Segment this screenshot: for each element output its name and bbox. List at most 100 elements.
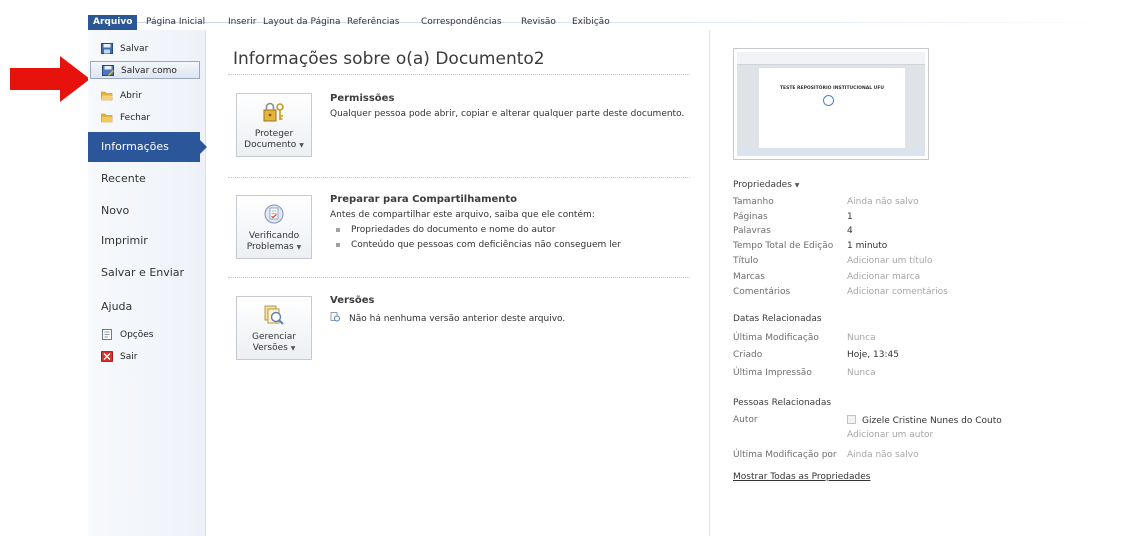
prepare-sharing-description: Antes de compartilhar este arquivo, saib…: [330, 210, 595, 220]
protect-document-label-1: Proteger: [254, 129, 294, 139]
version-document-icon: [330, 312, 340, 322]
divider: [228, 277, 690, 278]
nav-save-as-label: Salvar como: [121, 66, 177, 76]
prop-comments-input[interactable]: Adicionar comentários: [847, 287, 948, 297]
related-people-heading: Pessoas Relacionadas: [733, 398, 832, 408]
prop-tags-input[interactable]: Adicionar marca: [847, 272, 920, 282]
prop-title-input[interactable]: Adicionar um título: [847, 256, 933, 266]
protect-document-label-2: Documento ▼: [244, 140, 304, 150]
tab-page-layout[interactable]: Layout da Página: [263, 15, 341, 29]
inspect-document-icon: [264, 204, 284, 224]
preview-logo-icon: [823, 95, 834, 106]
check-for-issues-button[interactable]: Verificando Problemas ▼: [236, 195, 312, 259]
tab-file[interactable]: Arquivo: [88, 15, 138, 30]
manage-versions-button[interactable]: Gerenciar Versões ▼: [236, 296, 312, 360]
prop-label: Tempo Total de Edição: [733, 241, 834, 251]
nav-save-and-send[interactable]: Salvar e Enviar: [88, 262, 205, 284]
preview-status-bar: [737, 148, 925, 156]
page-title: Informações sobre o(a) Documento2: [233, 49, 545, 69]
permissions-description: Qualquer pessoa pode abrir, copiar e alt…: [330, 109, 685, 119]
nav-new[interactable]: Novo: [88, 200, 205, 222]
prop-value: Ainda não salvo: [847, 197, 919, 207]
prop-label: Comentários: [733, 287, 791, 297]
prop-label: Título: [733, 256, 759, 266]
prop-label: Palavras: [733, 226, 771, 236]
prop-value: Ainda não salvo: [847, 450, 919, 460]
dropdown-caret-icon: ▼: [290, 345, 296, 352]
nav-recent[interactable]: Recente: [88, 168, 205, 190]
tab-insert[interactable]: Inserir: [228, 15, 257, 29]
tab-mailings[interactable]: Correspondências: [421, 15, 502, 29]
nav-print[interactable]: Imprimir: [88, 230, 205, 252]
save-as-icon: [102, 65, 114, 76]
prop-label: Criado: [733, 350, 763, 360]
prop-label: Última Modificação por: [733, 450, 837, 460]
permissions-heading: Permissões: [330, 93, 395, 104]
tab-view[interactable]: Exibição: [572, 15, 610, 29]
bullet-icon: [336, 227, 340, 232]
options-icon: [102, 329, 112, 340]
preview-toolbar: [737, 52, 925, 65]
nav-open[interactable]: Abrir: [88, 87, 205, 105]
prop-label: Última Modificação: [733, 333, 819, 343]
properties-panel: TESTE REPOSITÓRIO INSTITUCIONAL UFU Prop…: [710, 30, 1121, 536]
manage-versions-icon: [264, 305, 284, 325]
check-for-issues-label-2: Problemas ▼: [246, 242, 302, 252]
nav-info[interactable]: Informações: [88, 132, 207, 162]
versions-description: Não há nenhuma versão anterior deste arq…: [330, 312, 565, 324]
prop-value: 1: [847, 212, 853, 222]
info-panel: Informações sobre o(a) Documento2 Proteg…: [206, 30, 709, 536]
bullet-icon: [336, 242, 340, 247]
list-item: Propriedades do documento e nome do auto…: [336, 225, 555, 235]
prop-label: Marcas: [733, 272, 765, 282]
protect-document-button[interactable]: Proteger Documento ▼: [236, 93, 312, 157]
open-folder-icon: [101, 91, 113, 101]
exit-icon: [101, 351, 113, 362]
nav-exit[interactable]: Sair: [88, 348, 205, 366]
tab-review[interactable]: Revisão: [521, 15, 556, 29]
author-entry[interactable]: Gizele Cristine Nunes do Couto: [847, 415, 1002, 426]
versions-heading: Versões: [330, 295, 375, 306]
prop-label: Páginas: [733, 212, 768, 222]
save-icon: [101, 43, 113, 54]
lock-key-icon: [263, 102, 284, 122]
document-preview-thumbnail[interactable]: TESTE REPOSITÓRIO INSTITUCIONAL UFU: [733, 48, 929, 160]
divider: [228, 177, 690, 178]
dropdown-caret-icon: ▼: [299, 142, 304, 149]
nav-options[interactable]: Opções: [88, 326, 205, 344]
nav-save[interactable]: Salvar: [88, 40, 205, 58]
prop-value: Hoje, 13:45: [847, 350, 899, 360]
close-folder-icon: [101, 113, 113, 123]
nav-open-label: Abrir: [120, 91, 142, 101]
dropdown-caret-icon: ▼: [794, 182, 800, 189]
prop-label: Autor: [733, 415, 758, 425]
nav-save-label: Salvar: [120, 44, 149, 54]
nav-exit-label: Sair: [120, 352, 138, 362]
properties-dropdown[interactable]: Propriedades ▼: [733, 180, 799, 190]
prop-value: Nunca: [847, 333, 876, 343]
preview-window: TESTE REPOSITÓRIO INSTITUCIONAL UFU: [737, 52, 925, 156]
author-checkbox-icon: [847, 415, 856, 424]
dropdown-caret-icon: ▼: [296, 244, 302, 251]
check-for-issues-label-1: Verificando: [248, 231, 300, 241]
list-item: Conteúdo que pessoas com deficiências nã…: [336, 240, 621, 250]
nav-help[interactable]: Ajuda: [88, 296, 205, 318]
tab-home[interactable]: Página Inicial: [146, 15, 205, 29]
tab-references[interactable]: Referências: [347, 15, 400, 29]
backstage-nav: Salvar Salvar como Abrir Fechar Informaç…: [88, 30, 207, 536]
nav-close[interactable]: Fechar: [88, 109, 205, 127]
prepare-sharing-heading: Preparar para Compartilhamento: [330, 194, 518, 205]
prop-value: 4: [847, 226, 853, 236]
manage-versions-label-2: Versões ▼: [252, 343, 296, 353]
related-dates-heading: Datas Relacionadas: [733, 314, 822, 324]
prop-label: Tamanho: [733, 197, 774, 207]
add-author-input[interactable]: Adicionar um autor: [847, 430, 933, 440]
prop-label: Última Impressão: [733, 368, 812, 378]
divider: [228, 74, 690, 75]
annotation-arrow-icon: [10, 56, 90, 102]
author-name: Gizele Cristine Nunes do Couto: [862, 416, 1002, 426]
show-all-properties-link[interactable]: Mostrar Todas as Propriedades: [733, 472, 870, 482]
nav-save-as[interactable]: Salvar como: [90, 61, 200, 79]
prop-value: Nunca: [847, 368, 876, 378]
ribbon-tab-bar: Arquivo Página Inicial Inserir Layout da…: [0, 0, 1121, 30]
